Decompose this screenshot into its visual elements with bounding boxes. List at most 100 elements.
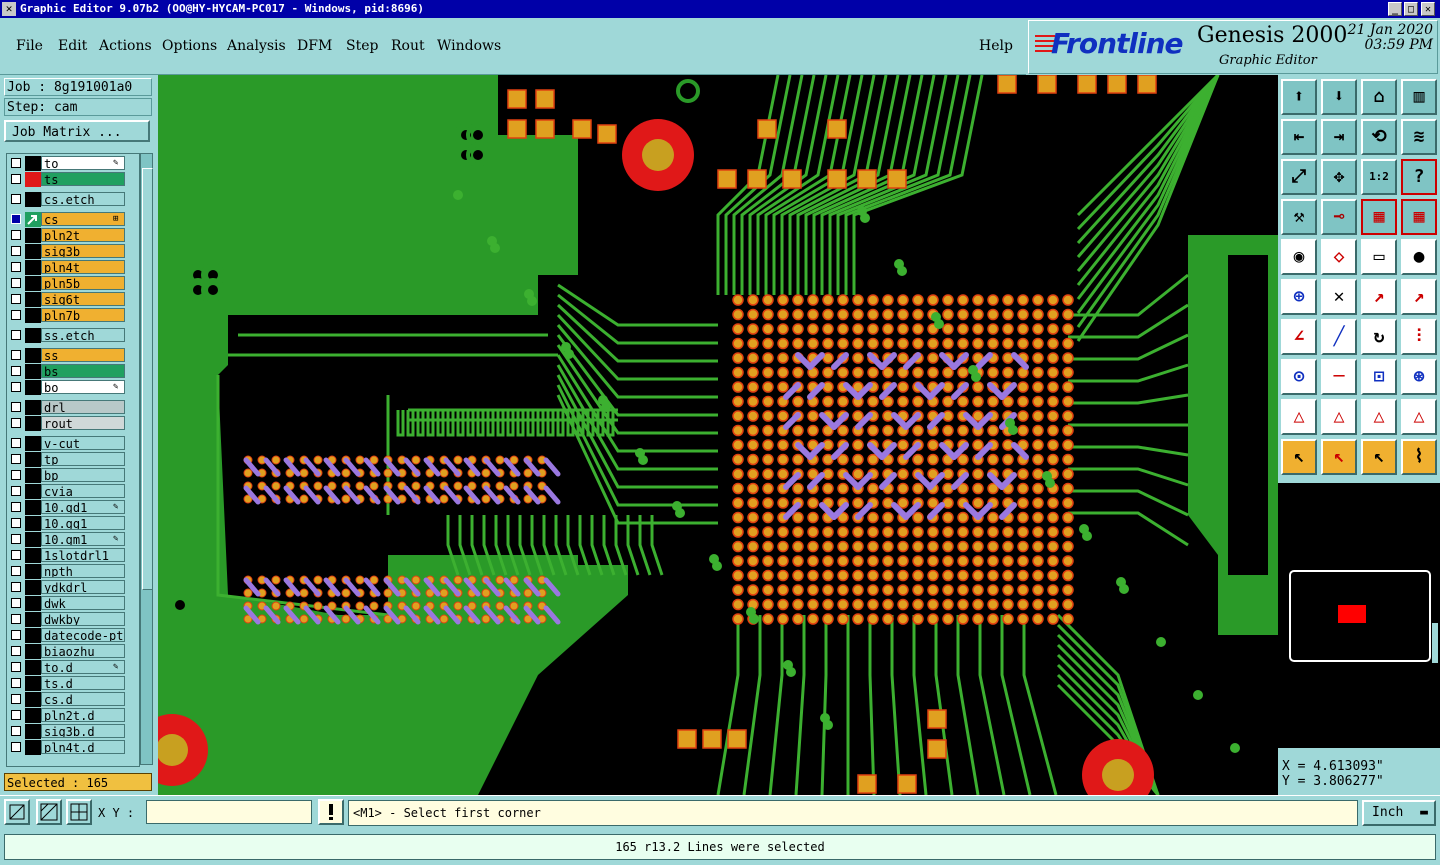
layer-row-cvia[interactable]: cvia bbox=[7, 484, 139, 499]
layer-name[interactable]: v-cut bbox=[41, 436, 125, 450]
layer-name[interactable]: 10.gg1 bbox=[41, 516, 125, 530]
layer-checkbox[interactable] bbox=[11, 486, 21, 496]
layer-checkbox[interactable] bbox=[11, 382, 21, 392]
feature-button[interactable]: ⫶ bbox=[1401, 319, 1437, 355]
maximize-button[interactable]: □ bbox=[1404, 2, 1418, 16]
menu-step[interactable]: Step bbox=[346, 38, 378, 54]
layer-row-to-d[interactable]: to.d ✎ bbox=[7, 660, 139, 675]
layer-affected-marker[interactable] bbox=[25, 500, 41, 515]
layer-affected-marker[interactable] bbox=[25, 484, 41, 499]
layer-checkbox[interactable] bbox=[11, 710, 21, 720]
layer-affected-marker[interactable] bbox=[25, 644, 41, 659]
layer-checkbox[interactable] bbox=[11, 174, 21, 184]
layer-checkbox[interactable] bbox=[11, 194, 21, 204]
layer-row-cs[interactable]: cs ⊞ bbox=[7, 212, 139, 227]
layer-row-drl[interactable]: drl bbox=[7, 400, 139, 415]
layer-name[interactable]: pln4t bbox=[41, 260, 125, 274]
layer-name[interactable]: 1slotdrl1 bbox=[41, 548, 125, 562]
layer-checkbox[interactable] bbox=[11, 310, 21, 320]
layer-name[interactable]: cvia bbox=[41, 484, 125, 498]
layer-row-tp[interactable]: tp bbox=[7, 452, 139, 467]
unit-select[interactable]: Inch ▬ bbox=[1362, 800, 1436, 826]
layer-row-10-gg1[interactable]: 10.gg1 bbox=[7, 516, 139, 531]
layer-checkbox[interactable] bbox=[11, 246, 21, 256]
layer-affected-marker[interactable] bbox=[25, 192, 41, 207]
layer-checkbox[interactable] bbox=[11, 158, 21, 168]
layer-name[interactable]: sig6t bbox=[41, 292, 125, 306]
layer-affected-marker[interactable] bbox=[25, 532, 41, 547]
line-add-button[interactable]: ─ bbox=[1321, 359, 1357, 395]
layer-checkbox[interactable] bbox=[11, 518, 21, 528]
layers-alt-button[interactable]: ▦ bbox=[1401, 199, 1437, 235]
menu-windows[interactable]: Windows bbox=[437, 38, 501, 54]
tri1-button[interactable]: △ bbox=[1281, 399, 1317, 435]
zoom-home-button[interactable]: ⬆ bbox=[1281, 79, 1317, 115]
scrollbar-thumb[interactable] bbox=[142, 168, 153, 590]
layer-affected-marker[interactable] bbox=[25, 244, 41, 259]
tools-button[interactable]: ⚒ bbox=[1281, 199, 1317, 235]
target-button[interactable]: ● bbox=[1401, 239, 1437, 275]
layer-name[interactable]: tp bbox=[41, 452, 125, 466]
layer-row-pln2t[interactable]: pln2t bbox=[7, 228, 139, 243]
layer-name[interactable]: sig3b.d bbox=[41, 724, 125, 738]
tri2-button[interactable]: △ bbox=[1321, 399, 1357, 435]
layer-row-to[interactable]: to ✎ bbox=[7, 156, 139, 171]
layer-checkbox[interactable] bbox=[11, 582, 21, 592]
layer-row-ts-d[interactable]: ts.d bbox=[7, 676, 139, 691]
pointer-button[interactable]: ↖ bbox=[1281, 439, 1317, 475]
layer-name[interactable]: ss.etch bbox=[41, 328, 125, 342]
layer-affected-marker[interactable] bbox=[25, 436, 41, 451]
layer-row-bo[interactable]: bo ✎ bbox=[7, 380, 139, 395]
layer-row-pln2t-d[interactable]: pln2t.d bbox=[7, 708, 139, 723]
layer-checkbox[interactable] bbox=[11, 366, 21, 376]
layer-list-scrollbar[interactable] bbox=[140, 153, 153, 765]
select-box-button[interactable]: ↖ bbox=[1321, 439, 1357, 475]
layer-name[interactable]: ts.d bbox=[41, 676, 125, 690]
layer-affected-marker[interactable] bbox=[25, 612, 41, 627]
layer-affected-marker[interactable] bbox=[25, 156, 41, 171]
layer-affected-marker[interactable] bbox=[25, 260, 41, 275]
layer-checkbox[interactable] bbox=[11, 678, 21, 688]
line-up-button[interactable]: ↗ bbox=[1401, 279, 1437, 315]
layer-row-ss[interactable]: ss bbox=[7, 348, 139, 363]
layer-row-cs-etch[interactable]: cs.etch bbox=[7, 192, 139, 207]
layer-affected-marker[interactable] bbox=[25, 740, 41, 755]
layer-checkbox[interactable] bbox=[11, 262, 21, 272]
layer-affected-marker[interactable] bbox=[25, 708, 41, 723]
layer-checkbox[interactable] bbox=[11, 614, 21, 624]
split-view-button[interactable]: ▥ bbox=[1401, 79, 1437, 115]
snake-button[interactable]: ≋ bbox=[1401, 119, 1437, 155]
menu-actions[interactable]: Actions bbox=[99, 38, 152, 54]
layer-checkbox[interactable] bbox=[11, 350, 21, 360]
layer-name[interactable]: cs.d bbox=[41, 692, 125, 706]
grid-button[interactable] bbox=[66, 799, 92, 825]
layer-checkbox[interactable] bbox=[11, 502, 21, 512]
overview-map[interactable] bbox=[1278, 483, 1440, 748]
tri4-button[interactable]: △ bbox=[1401, 399, 1437, 435]
layer-row-ts[interactable]: ts bbox=[7, 172, 139, 187]
view-window[interactable] bbox=[1338, 605, 1366, 623]
layer-name[interactable]: cs.etch bbox=[41, 192, 125, 206]
layer-name[interactable]: biaozhu bbox=[41, 644, 125, 658]
menu-help[interactable]: Help bbox=[979, 38, 1013, 54]
zoom-area-button[interactable] bbox=[4, 799, 30, 825]
layer-checkbox[interactable] bbox=[11, 402, 21, 412]
ruler-button[interactable]: ▭ bbox=[1361, 239, 1397, 275]
layer-row-pln4t[interactable]: pln4t bbox=[7, 260, 139, 275]
layer-row-pln5b[interactable]: pln5b bbox=[7, 276, 139, 291]
menu-dfm[interactable]: DFM bbox=[297, 38, 332, 54]
layer-row-pln7b[interactable]: pln7b bbox=[7, 308, 139, 323]
angle-button[interactable]: ∠ bbox=[1281, 319, 1317, 355]
layer-name[interactable]: datecode-pt bbox=[41, 628, 125, 642]
layer-row-dwk[interactable]: dwk bbox=[7, 596, 139, 611]
menu-options[interactable]: Options bbox=[162, 38, 217, 54]
layer-checkbox[interactable] bbox=[11, 694, 21, 704]
layer-affected-marker[interactable] bbox=[25, 416, 41, 431]
layer-affected-marker[interactable] bbox=[25, 468, 41, 483]
pcb-view[interactable] bbox=[158, 75, 1278, 795]
layer-name[interactable]: dwkby bbox=[41, 612, 125, 626]
layer-affected-marker[interactable] bbox=[25, 308, 41, 323]
layer-checkbox[interactable] bbox=[11, 598, 21, 608]
layer-row-pln4t-d[interactable]: pln4t.d bbox=[7, 740, 139, 755]
system-menu-icon[interactable]: ✕ bbox=[2, 2, 16, 16]
